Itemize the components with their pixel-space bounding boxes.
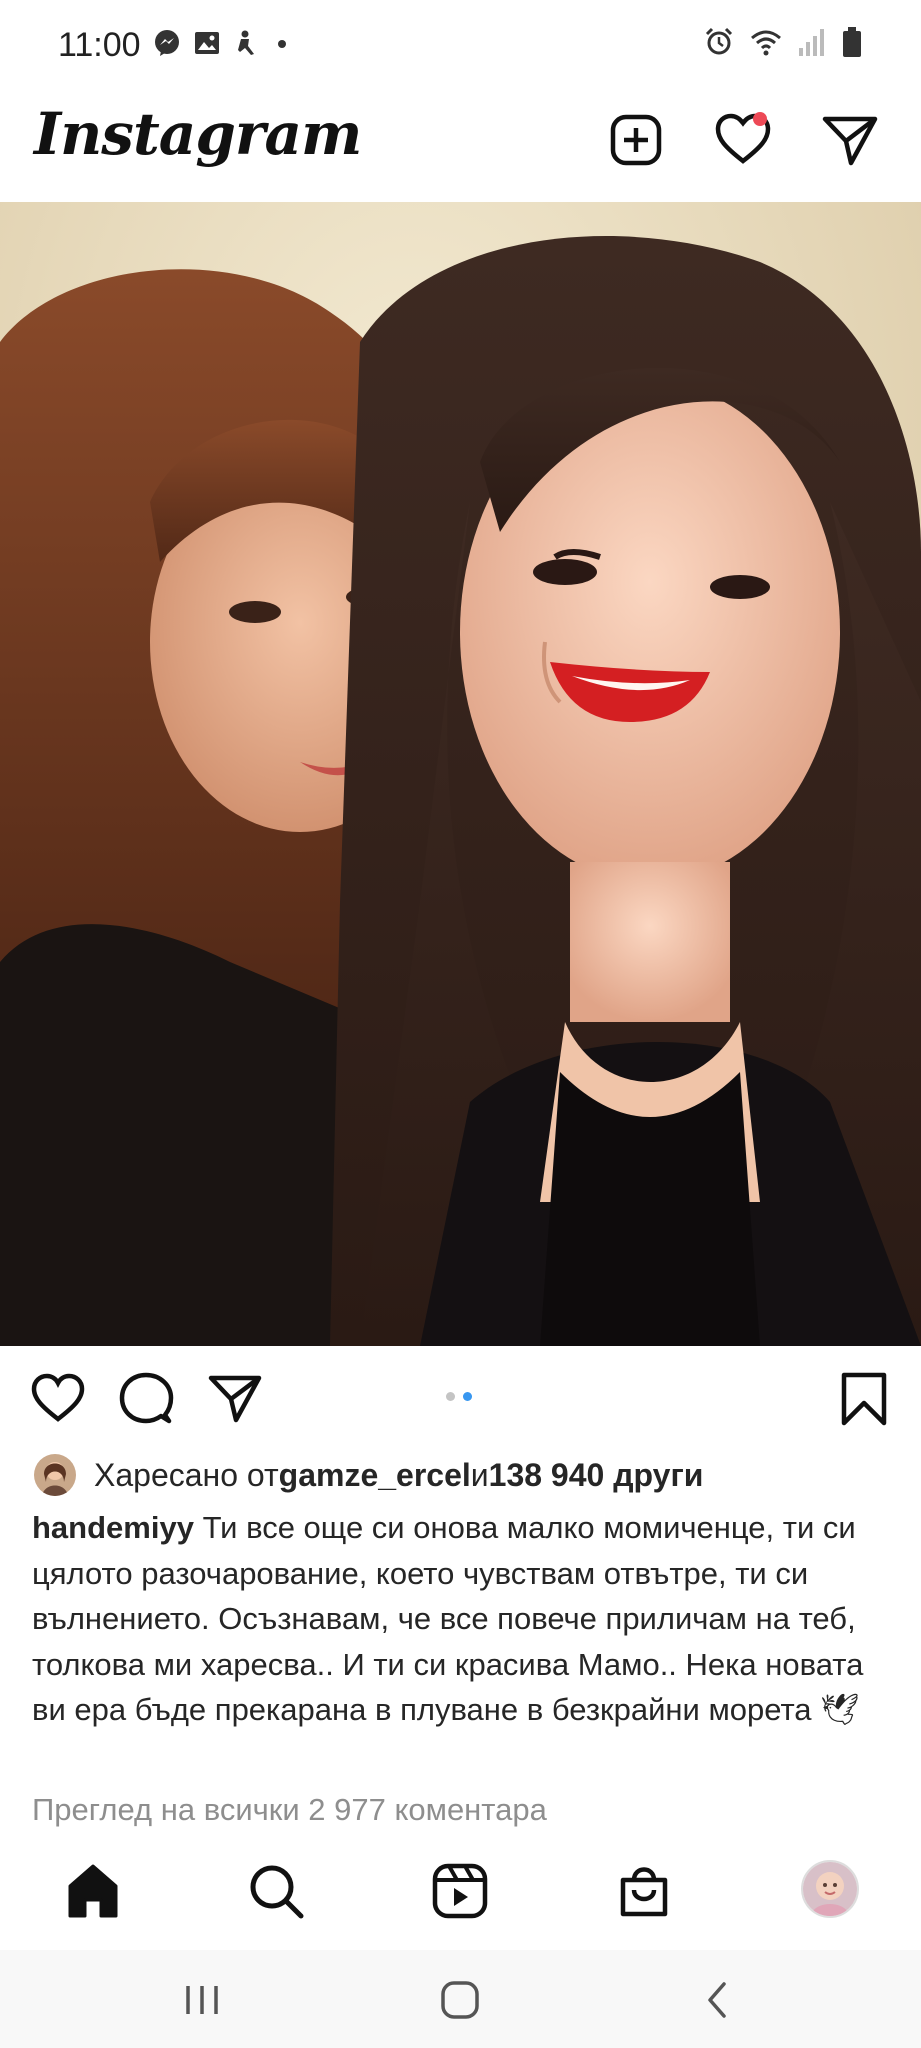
post-action-bar xyxy=(0,1346,921,1446)
like-button[interactable] xyxy=(30,1371,86,1427)
nav-shop[interactable] xyxy=(615,1862,673,1920)
notification-dot xyxy=(753,112,767,126)
likes-middle: и xyxy=(470,1456,489,1493)
shop-icon xyxy=(620,1867,668,1917)
view-comments-link[interactable]: Преглед на всички 2 977 коментара xyxy=(32,1792,547,1828)
post-caption: handemiyy Ти все още си онова малко моми… xyxy=(32,1505,902,1733)
carousel-dot-active xyxy=(463,1392,472,1401)
recents-icon xyxy=(186,1986,218,2014)
gallery-icon xyxy=(192,28,222,63)
new-post-button[interactable] xyxy=(606,110,666,170)
back-icon xyxy=(708,1982,726,2018)
status-time: 11:00 xyxy=(58,26,141,64)
back-button[interactable] xyxy=(696,1978,740,2022)
nav-home[interactable] xyxy=(64,1862,122,1920)
status-system-icons xyxy=(703,26,863,63)
post-photo[interactable] xyxy=(0,202,921,1346)
reels-icon xyxy=(432,1863,488,1919)
save-button[interactable] xyxy=(836,1371,892,1427)
home-button[interactable] xyxy=(438,1978,482,2022)
bottom-navigation xyxy=(0,1840,921,1940)
search-icon xyxy=(250,1865,304,1919)
carousel-dot xyxy=(446,1392,455,1401)
activity-heart-icon xyxy=(715,112,771,164)
home-button-icon xyxy=(441,1981,479,2019)
likes-prefix: Харесано от xyxy=(94,1456,279,1493)
direct-button[interactable] xyxy=(820,110,880,170)
likes-count[interactable]: 138 940 други xyxy=(489,1457,704,1494)
liker-username[interactable]: gamze_ercel xyxy=(279,1457,471,1494)
likes-line[interactable]: Харесано от gamze_ercel и 138 940 други xyxy=(34,1452,703,1498)
instagram-logo[interactable]: Instagram xyxy=(34,100,362,168)
comment-button[interactable] xyxy=(118,1371,174,1427)
comment-icon xyxy=(119,1372,174,1424)
share-icon xyxy=(208,1375,262,1423)
recents-button[interactable] xyxy=(180,1978,224,2022)
alarm-icon xyxy=(703,26,735,63)
activity-button[interactable] xyxy=(713,110,773,170)
messenger-icon xyxy=(152,28,182,63)
carousel-indicator xyxy=(446,1392,472,1401)
nav-reels[interactable] xyxy=(431,1862,489,1920)
status-bar: 11:00 xyxy=(0,0,921,92)
nav-search[interactable] xyxy=(247,1862,305,1920)
post-image xyxy=(0,202,921,1346)
profile-avatar[interactable] xyxy=(801,1860,859,1918)
caption-username[interactable]: handemiyy xyxy=(32,1510,194,1545)
battery-icon xyxy=(841,26,863,63)
system-navigation-bar xyxy=(0,1950,921,2048)
liker-avatar[interactable] xyxy=(34,1454,76,1496)
new-post-icon xyxy=(610,114,662,166)
direct-message-icon xyxy=(822,116,878,166)
wifi-icon xyxy=(749,26,783,63)
accessibility-icon xyxy=(232,28,262,63)
dot-icon xyxy=(272,28,292,63)
status-notification-icons xyxy=(152,28,292,63)
app-header: Instagram xyxy=(0,92,921,202)
home-icon xyxy=(68,1864,118,1918)
save-icon xyxy=(841,1372,887,1426)
like-icon xyxy=(31,1373,85,1422)
signal-icon xyxy=(797,26,827,63)
share-button[interactable] xyxy=(207,1371,263,1427)
